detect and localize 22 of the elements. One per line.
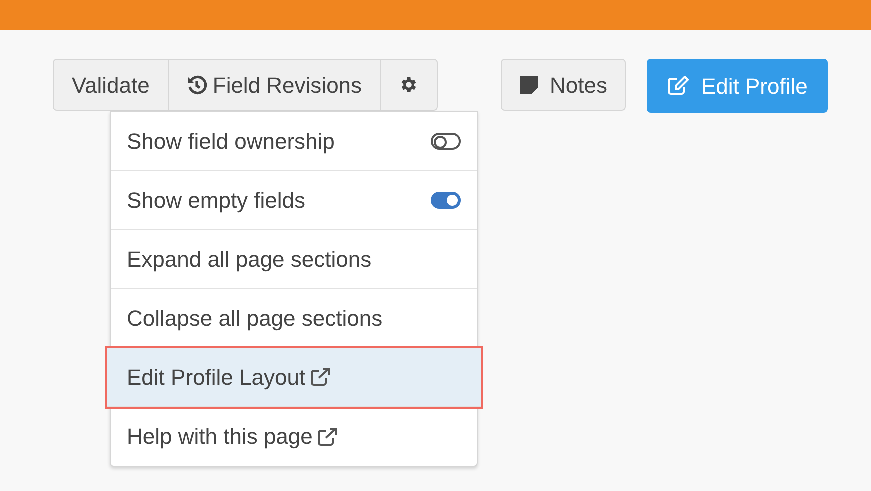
menu-item[interactable]: Edit Profile Layout (107, 348, 481, 407)
menu-item-label: Show empty fields (127, 186, 306, 215)
menu-item-label: Collapse all page sections (127, 304, 383, 333)
external-link-icon (316, 426, 339, 446)
notes-button[interactable]: Notes (501, 59, 626, 111)
menu-item[interactable]: Show field ownership (111, 112, 477, 171)
menu-item[interactable]: Help with this page (111, 407, 477, 466)
menu-item-label: Expand all page sections (127, 246, 372, 274)
toggle-switch[interactable] (431, 132, 461, 150)
settings-button[interactable] (381, 59, 438, 111)
note-icon (520, 76, 538, 94)
menu-item-label: Show field ownership (127, 128, 335, 156)
history-icon (186, 75, 207, 95)
toggle-switch[interactable] (431, 192, 461, 208)
validate-button[interactable]: Validate (53, 59, 169, 111)
menu-item[interactable]: Expand all page sections (111, 230, 477, 289)
menu-item[interactable]: Show empty fields (111, 171, 477, 230)
field-revisions-button[interactable]: Field Revisions (168, 59, 382, 111)
menu-item-label: Help with this page (127, 423, 313, 451)
edit-icon (667, 76, 690, 96)
menu-item-label: Edit Profile Layout (127, 364, 306, 392)
external-link-icon (310, 367, 332, 387)
